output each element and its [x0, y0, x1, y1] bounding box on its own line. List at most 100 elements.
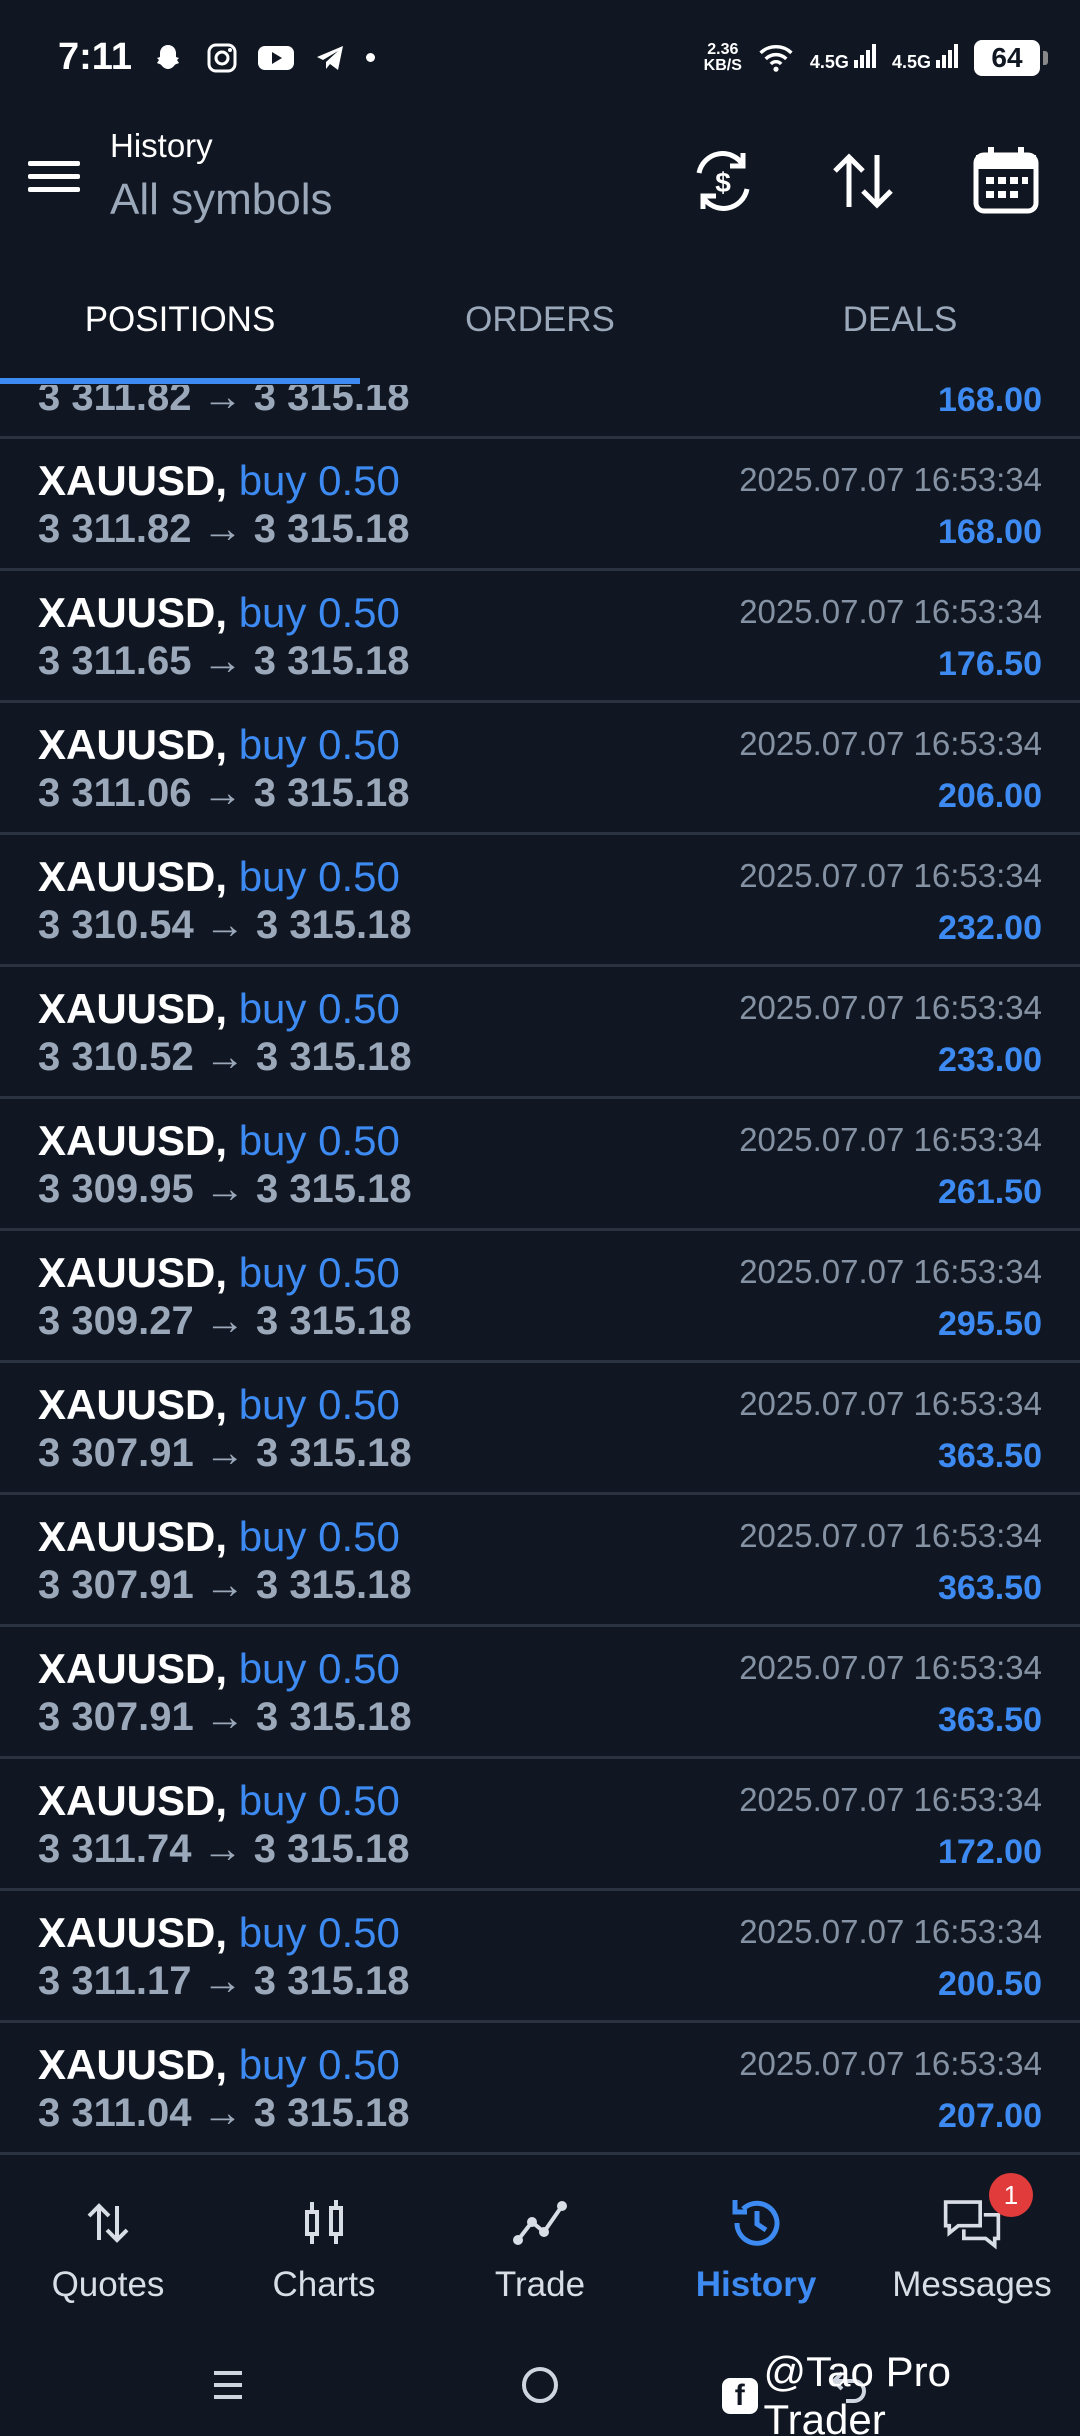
nav-messages[interactable]: 1 Messages: [864, 2155, 1080, 2341]
position-symbol: XAUUSD, buy 0.50: [38, 1117, 400, 1165]
position-row[interactable]: XAUUSD, buy 0.50 2025.07.07 16:53:34 3 311…: [0, 703, 1080, 835]
arrow-icon: →: [204, 1299, 245, 1343]
sort-icon[interactable]: [825, 143, 901, 219]
app-header: History All symbols $: [0, 115, 1080, 245]
open-price: 3 311.82: [38, 385, 192, 419]
symbol-label: XAUUSD,: [38, 985, 228, 1032]
position-prices: 3 307.91 → 3 315.18: [38, 1431, 412, 1476]
tab-positions[interactable]: POSITIONS: [0, 275, 360, 385]
position-row[interactable]: XAUUSD, buy 0.50 2025.07.07 16:53:34 3 310…: [0, 967, 1080, 1099]
position-profit: 207.00: [938, 2097, 1042, 2135]
position-row[interactable]: XAUUSD, buy 0.50 2025.07.07 16:53:34 3 310…: [0, 835, 1080, 967]
trade-side: buy 0.50: [238, 1117, 400, 1164]
watermark: f @Tao Pro Trader: [722, 2348, 1080, 2436]
close-price: 3 315.18: [253, 639, 410, 683]
position-row[interactable]: XAUUSD, buy 0.50 2025.07.07 16:53:34 3 309…: [0, 1231, 1080, 1363]
close-price: 3 315.18: [253, 1827, 410, 1871]
nav-trade[interactable]: Trade: [432, 2155, 648, 2341]
position-row[interactable]: XAUUSD, buy 0.50 2025.07.07 16:53:34 3 309…: [0, 1099, 1080, 1231]
network-speed: 2.36 KB/S: [703, 40, 742, 74]
calendar-icon[interactable]: [968, 143, 1044, 219]
position-row[interactable]: XAUUSD, buy 0.50 2025.07.07 16:53:34 3 311…: [0, 439, 1080, 571]
symbol-label: XAUUSD,: [38, 1381, 228, 1428]
position-time: 2025.07.07 16:53:34: [739, 1649, 1042, 1686]
symbol-label: XAUUSD,: [38, 589, 228, 636]
position-profit: 206.00: [938, 777, 1042, 815]
position-row[interactable]: XAUUSD, buy 0.50 2025.07.07 16:53:34 3 311…: [0, 571, 1080, 703]
speed-value: 2.36: [707, 40, 739, 58]
tab-orders[interactable]: ORDERS: [360, 275, 720, 385]
trade-side: buy 0.50: [238, 985, 400, 1032]
position-symbol: XAUUSD, buy 0.50: [38, 1909, 400, 1957]
symbol-filter[interactable]: All symbols: [110, 175, 333, 225]
open-price: 3 309.27: [38, 1299, 194, 1343]
position-symbol: XAUUSD, buy 0.50: [38, 985, 400, 1033]
recent-apps-icon[interactable]: [210, 2363, 246, 2412]
nav-charts[interactable]: Charts: [216, 2155, 432, 2341]
symbol-label: XAUUSD,: [38, 1777, 228, 1824]
symbol-label: XAUUSD,: [38, 2041, 228, 2088]
open-price: 3 311.04: [38, 2091, 192, 2135]
arrow-icon: →: [202, 639, 243, 683]
nav-charts-label: Charts: [272, 2265, 376, 2304]
position-row[interactable]: XAUUSD, buy 0.50 2025.07.07 16:53:34 3 311…: [0, 1891, 1080, 2023]
position-symbol: XAUUSD, buy 0.50: [38, 457, 400, 505]
position-prices: 3 309.95 → 3 315.18: [38, 1167, 412, 1212]
signal-bars-icon: [853, 44, 876, 68]
position-row[interactable]: XAUUSD, buy 0.50 2025.07.07 16:53:34 3 311…: [0, 1759, 1080, 1891]
notification-dot-icon: [365, 53, 375, 62]
quotes-icon: [78, 2193, 138, 2253]
open-price: 3 307.91: [38, 1431, 194, 1475]
tab-deals[interactable]: DEALS: [720, 275, 1080, 385]
position-prices: 3 307.91 → 3 315.18: [38, 1695, 412, 1740]
positions-list[interactable]: 3 311.82 → 3 315.18 168.00 XAUUSD, buy 0.5…: [0, 385, 1080, 2155]
position-profit: 363.50: [938, 1569, 1042, 1607]
position-prices: 3 311.82 → 3 315.18: [38, 385, 409, 420]
open-price: 3 311.17: [38, 1959, 192, 2003]
position-symbol: XAUUSD, buy 0.50: [38, 721, 400, 769]
nav-quotes[interactable]: Quotes: [0, 2155, 216, 2341]
close-price: 3 315.18: [253, 385, 410, 419]
battery-level: 64: [991, 41, 1023, 73]
trade-side: buy 0.50: [238, 1381, 400, 1428]
position-profit: 295.50: [938, 1305, 1042, 1343]
instagram-icon: [204, 40, 240, 76]
arrow-icon: →: [202, 1959, 243, 2003]
position-row[interactable]: XAUUSD, buy 0.50 2025.07.07 16:53:34 3 307…: [0, 1627, 1080, 1759]
trade-side: buy 0.50: [238, 1909, 400, 1956]
close-price: 3 315.18: [255, 1167, 412, 1211]
telegram-icon: [312, 40, 348, 76]
trade-icon: [510, 2193, 570, 2253]
close-price: 3 315.18: [255, 1299, 412, 1343]
speed-unit: KB/S: [703, 56, 742, 74]
home-icon[interactable]: [520, 2363, 560, 2412]
close-price: 3 315.18: [255, 1035, 412, 1079]
trade-side: buy 0.50: [238, 589, 400, 636]
trade-side: buy 0.50: [238, 1513, 400, 1560]
position-symbol: XAUUSD, buy 0.50: [38, 1381, 400, 1429]
position-time: 2025.07.07 16:53:34: [739, 1121, 1042, 1158]
position-prices: 3 311.82 → 3 315.18: [38, 507, 409, 552]
nav-history[interactable]: History: [648, 2155, 864, 2341]
symbol-label: XAUUSD,: [38, 1513, 228, 1560]
nav-trade-label: Trade: [494, 2265, 586, 2304]
position-time: 2025.07.07 16:53:34: [739, 2045, 1042, 2082]
position-profit: 200.50: [938, 1965, 1042, 2003]
close-price: 3 315.18: [253, 1959, 410, 2003]
currency-sync-icon[interactable]: $: [685, 143, 761, 219]
menu-icon[interactable]: [28, 155, 80, 207]
facebook-logo-icon: f: [722, 2378, 758, 2414]
position-prices: 3 311.06 → 3 315.18: [38, 771, 409, 816]
messages-badge: 1: [989, 2173, 1033, 2217]
position-row[interactable]: 3 311.82 → 3 315.18 168.00: [0, 385, 1080, 439]
arrow-icon: →: [202, 771, 243, 815]
position-row[interactable]: XAUUSD, buy 0.50 2025.07.07 16:53:34 3 307…: [0, 1363, 1080, 1495]
symbol-label: XAUUSD,: [38, 1249, 228, 1296]
svg-text:$: $: [715, 167, 731, 198]
position-time: 2025.07.07 16:53:34: [739, 1385, 1042, 1422]
position-row[interactable]: XAUUSD, buy 0.50 2025.07.07 16:53:34 3 307…: [0, 1495, 1080, 1627]
close-price: 3 315.18: [255, 1563, 412, 1607]
arrow-icon: →: [204, 903, 245, 947]
arrow-icon: →: [204, 1431, 245, 1475]
position-row[interactable]: XAUUSD, buy 0.50 2025.07.07 16:53:34 3 311…: [0, 2023, 1080, 2155]
